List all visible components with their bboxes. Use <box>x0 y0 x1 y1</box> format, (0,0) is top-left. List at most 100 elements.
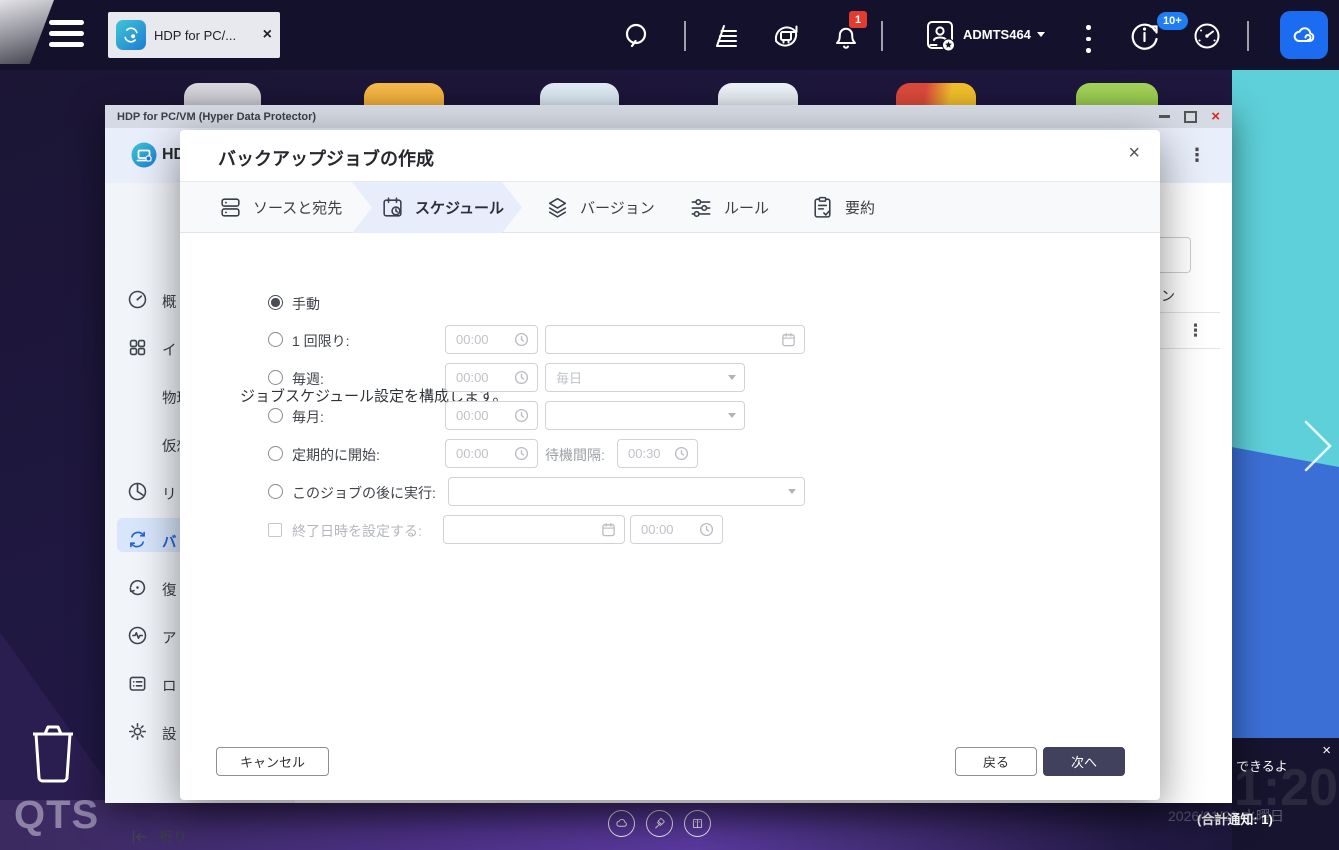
radio-manual[interactable] <box>268 295 283 310</box>
tab-close-icon[interactable]: × <box>263 26 272 44</box>
tab-title: HDP for PC/... <box>154 27 237 43</box>
toast-close-icon[interactable]: × <box>1322 742 1331 759</box>
sync-icon <box>127 529 148 550</box>
dock-utilities-icon[interactable] <box>646 810 673 837</box>
chevron-down-icon <box>788 489 796 494</box>
weekly-time-input[interactable]: 00:00 <box>445 363 538 392</box>
gauge-icon <box>127 289 148 310</box>
dock-cloud-icon[interactable] <box>608 810 635 837</box>
qts-logo: QTS <box>14 793 100 837</box>
chevron-down-icon <box>1036 32 1045 37</box>
once-time-input[interactable]: 00:00 <box>445 325 538 354</box>
periodic-time-input[interactable]: 00:00 <box>445 439 538 468</box>
end-date-input[interactable] <box>443 515 625 544</box>
pie-chart-icon <box>127 481 148 502</box>
step-summary[interactable]: 要約 <box>810 182 875 233</box>
window-titlebar[interactable]: HDP for PC/VM (Hyper Data Protector) × <box>105 105 1232 128</box>
hdp-logo-icon <box>130 141 158 169</box>
app-header-menu-icon[interactable]: ⋮ <box>1188 142 1206 168</box>
clock-icon <box>514 446 529 461</box>
username-label[interactable]: ADMTS464 <box>963 27 1045 42</box>
option-row-monthly: 毎月: 00:00 <box>180 401 1160 431</box>
background-tasks-icon[interactable] <box>710 19 744 53</box>
weekly-day-select[interactable]: 毎日 <box>545 363 745 392</box>
divider <box>684 21 686 51</box>
interval-time-input[interactable]: 00:30 <box>617 439 698 468</box>
step-source-destination[interactable]: ソースと宛先 <box>218 182 342 233</box>
clock-icon <box>514 408 529 423</box>
divider <box>1247 21 1249 51</box>
notification-count-badge: 1 <box>849 11 867 28</box>
minimize-icon[interactable] <box>1159 115 1171 118</box>
schedule-icon <box>380 195 405 220</box>
chevron-down-icon <box>728 413 736 418</box>
log-list-icon <box>127 673 148 694</box>
clock-icon <box>699 522 714 537</box>
notification-toast: 1:20 できるよ × <box>1232 738 1339 850</box>
option-row-end-time: 終了日時を設定する: 00:00 <box>180 515 1160 545</box>
myqnapcloud-button[interactable] <box>1280 11 1328 59</box>
monthly-day-select[interactable] <box>545 401 745 430</box>
after-job-select[interactable] <box>448 477 805 506</box>
divider <box>881 21 883 51</box>
back-button[interactable]: 戻る <box>955 747 1037 776</box>
option-row-once: 1 回限り: 00:00 <box>180 325 1160 355</box>
step-rules[interactable]: ルール <box>688 182 769 233</box>
resource-count-badge: 10+ <box>1157 12 1188 30</box>
sidebar-collapse-button[interactable]: 折り <box>129 827 187 847</box>
maximize-icon[interactable] <box>1184 110 1198 123</box>
clipboard-check-icon <box>810 195 835 220</box>
radio-weekly[interactable] <box>268 370 283 385</box>
window-close-icon[interactable]: × <box>1211 109 1220 124</box>
row-menu-icon[interactable]: ⋮ <box>1187 319 1204 343</box>
interval-label: 待機間隔: <box>545 447 605 463</box>
radio-once[interactable] <box>268 332 283 347</box>
wallpaper-shape <box>1232 70 1339 467</box>
cancel-button[interactable]: キャンセル <box>216 747 329 776</box>
toast-total-notifications: (合計通知: 1) <box>1197 812 1273 827</box>
recycle-bin-icon[interactable] <box>25 718 81 784</box>
clock-icon <box>674 446 689 461</box>
restore-icon <box>127 577 148 598</box>
layers-icon <box>545 195 570 220</box>
radio-monthly[interactable] <box>268 408 283 423</box>
clock-icon <box>514 370 529 385</box>
activity-icon <box>127 625 148 646</box>
calendar-icon <box>782 333 795 347</box>
window-title: HDP for PC/VM (Hyper Data Protector) <box>117 110 317 123</box>
wizard-steps: ソースと宛先 スケジュール バージョン ルール 要約 <box>180 182 1160 233</box>
gear-icon <box>127 721 148 742</box>
main-menu-icon[interactable] <box>49 20 84 47</box>
hdp-tab-icon <box>116 20 146 50</box>
collapse-arrow-icon <box>129 827 149 847</box>
grid-icon <box>127 337 148 358</box>
user-account-icon[interactable] <box>922 17 959 54</box>
end-time-input[interactable]: 00:00 <box>630 515 723 544</box>
once-date-input[interactable] <box>545 325 805 354</box>
search-icon[interactable] <box>622 21 654 53</box>
desktop-dock <box>608 810 711 837</box>
option-row-manual: 手動 <box>180 288 1160 318</box>
step-schedule[interactable]: スケジュール <box>380 182 504 233</box>
dialog-titlebar: バックアップジョブの作成 × <box>180 130 1160 182</box>
dashboard-icon[interactable] <box>1190 19 1224 53</box>
source-destination-icon <box>218 195 243 220</box>
more-options-icon[interactable] <box>1086 25 1091 53</box>
next-desktop-arrow-icon[interactable] <box>1298 414 1336 478</box>
radio-after-job[interactable] <box>268 484 283 499</box>
dock-tutorial-icon[interactable] <box>684 810 711 837</box>
monthly-time-input[interactable]: 00:00 <box>445 401 538 430</box>
external-backup-icon[interactable] <box>768 18 804 54</box>
radio-periodic[interactable] <box>268 446 283 461</box>
next-button[interactable]: 次へ <box>1043 747 1125 776</box>
checkbox-end-time[interactable] <box>268 523 282 537</box>
toast-message: できるよ <box>1236 759 1288 774</box>
dialog-close-icon[interactable]: × <box>1128 143 1140 163</box>
step-version[interactable]: バージョン <box>545 182 655 233</box>
chevron-down-icon <box>728 375 736 380</box>
create-backup-job-dialog: バックアップジョブの作成 × ソースと宛先 スケジュール バージョン ルール 要… <box>180 130 1160 800</box>
clock-icon <box>514 332 529 347</box>
taskbar-tab-hdp[interactable]: HDP for PC/... × <box>108 12 280 58</box>
dialog-title: バックアップジョブの作成 <box>218 149 434 169</box>
partial-text-fragment: ン <box>1161 288 1175 304</box>
